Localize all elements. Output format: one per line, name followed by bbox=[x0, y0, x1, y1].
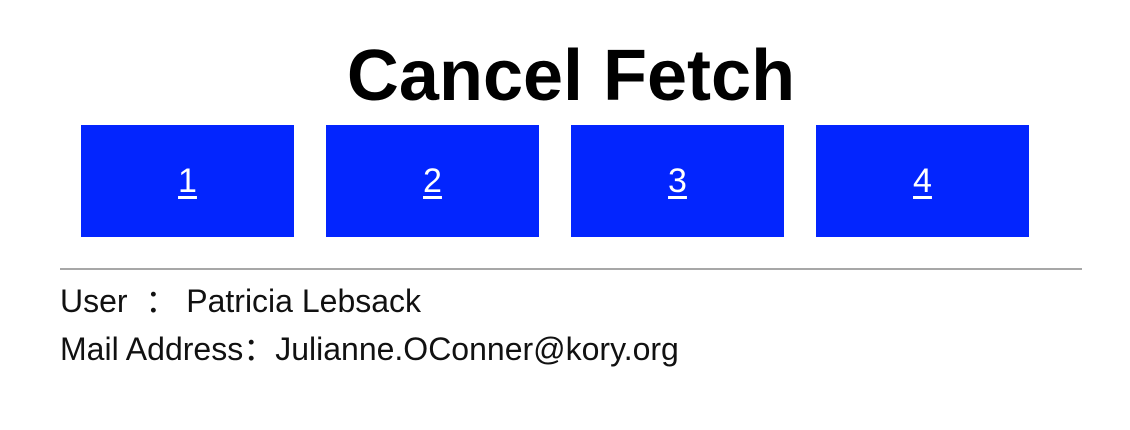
user-2-button[interactable]: 2 bbox=[326, 125, 539, 237]
user-4-button[interactable]: 4 bbox=[816, 125, 1029, 237]
user-2-link[interactable]: 2 bbox=[423, 164, 442, 198]
mail-label: Mail Address： bbox=[60, 331, 276, 367]
page: Cancel Fetch 1 2 3 4 User ： Patricia Leb… bbox=[0, 0, 1130, 430]
user-name-value: Patricia Lebsack bbox=[186, 283, 422, 319]
user-row: User ： Patricia Lebsack bbox=[60, 277, 679, 325]
mail-row: Mail Address：Julianne.OConner@kory.org bbox=[60, 325, 679, 373]
page-title: Cancel Fetch bbox=[346, 36, 796, 116]
mail-address-value: Julianne.OConner@kory.org bbox=[275, 331, 679, 367]
user-label: User ： bbox=[60, 283, 187, 319]
divider bbox=[60, 268, 1082, 270]
user-4-link[interactable]: 4 bbox=[913, 164, 932, 198]
user-3-button[interactable]: 3 bbox=[571, 125, 784, 237]
user-3-link[interactable]: 3 bbox=[668, 164, 687, 198]
user-info: User ： Patricia Lebsack Mail Address：Jul… bbox=[60, 277, 679, 373]
user-selector-nav: 1 2 3 4 bbox=[81, 125, 1029, 237]
user-1-link[interactable]: 1 bbox=[178, 164, 197, 198]
user-1-button[interactable]: 1 bbox=[81, 125, 294, 237]
